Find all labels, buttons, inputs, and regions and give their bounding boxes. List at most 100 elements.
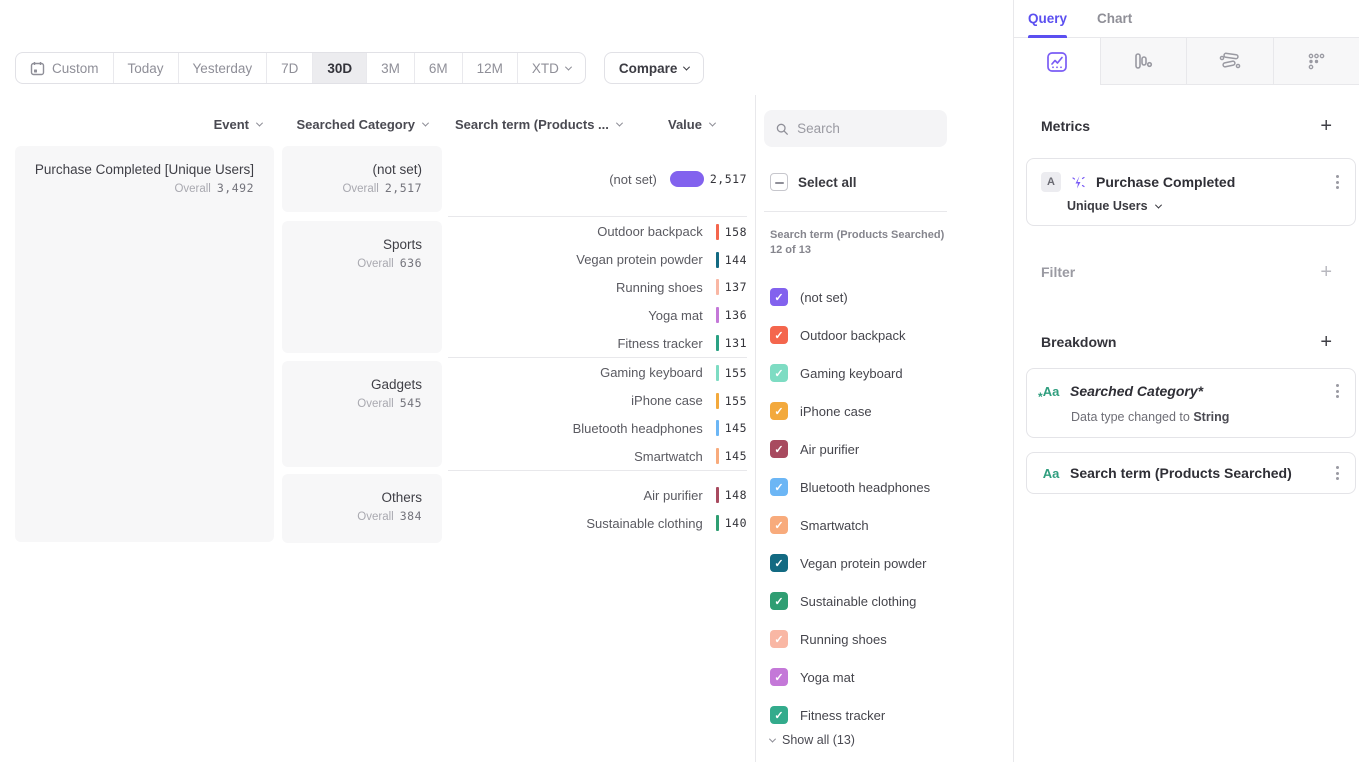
term-value: 145 <box>725 449 747 463</box>
tab-query[interactable]: Query <box>1028 0 1067 38</box>
series-item[interactable]: Air purifier <box>770 430 930 468</box>
value-bar <box>716 365 719 381</box>
term-label: Sustainable clothing <box>448 516 716 531</box>
metrics-section-header: Metrics + <box>1041 118 1332 134</box>
metric-card[interactable]: A Purchase Completed Unique Users <box>1026 158 1356 226</box>
series-checkbox[interactable] <box>770 668 788 686</box>
breakdown-card-searched-category[interactable]: Aa* Searched Category* Data type changed… <box>1026 368 1356 438</box>
category-cell-gadgets[interactable]: Gadgets Overall545 <box>282 361 442 467</box>
term-value: 155 <box>725 366 747 380</box>
metric-letter-badge: A <box>1041 172 1061 192</box>
series-item[interactable]: Smartwatch <box>770 506 930 544</box>
column-header-value[interactable]: Value <box>668 117 715 132</box>
search-icon <box>776 122 788 136</box>
search-field[interactable] <box>764 110 947 147</box>
kebab-menu-icon[interactable] <box>1334 382 1341 400</box>
table-row[interactable]: Air purifier148 <box>448 481 747 509</box>
tab-insights[interactable] <box>1014 38 1100 85</box>
table-row[interactable]: iPhone case155 <box>448 387 747 415</box>
series-checkbox[interactable] <box>770 326 788 344</box>
table-row[interactable]: Bluetooth headphones145 <box>448 415 747 443</box>
series-checkbox[interactable] <box>770 706 788 724</box>
column-header-event[interactable]: Event <box>100 117 262 132</box>
string-property-icon: Aa <box>1041 466 1061 481</box>
add-filter-button[interactable]: + <box>1320 264 1332 280</box>
value-bar <box>716 252 719 268</box>
date-range-today[interactable]: Today <box>114 53 179 83</box>
series-checkbox[interactable] <box>770 592 788 610</box>
chevron-down-icon <box>256 120 263 127</box>
category-cell-sports[interactable]: Sports Overall636 <box>282 221 442 353</box>
term-label: Smartwatch <box>448 449 716 464</box>
series-item[interactable]: Outdoor backpack <box>770 316 930 354</box>
series-checkbox[interactable] <box>770 364 788 382</box>
tab-chart[interactable]: Chart <box>1097 0 1132 38</box>
date-range-yesterday[interactable]: Yesterday <box>179 53 268 83</box>
date-range-6m[interactable]: 6M <box>415 53 463 83</box>
series-item[interactable]: (not set) <box>770 278 930 316</box>
series-item[interactable]: Gaming keyboard <box>770 354 930 392</box>
date-range-30d-active[interactable]: 30D <box>313 53 367 83</box>
breakdown-card-search-term[interactable]: Aa Search term (Products Searched) <box>1026 452 1356 494</box>
series-item[interactable]: Fitness tracker <box>770 696 930 734</box>
term-value: 144 <box>725 253 747 267</box>
add-metric-button[interactable]: + <box>1320 118 1332 134</box>
insights-icon <box>1046 51 1068 73</box>
series-checkbox[interactable] <box>770 478 788 496</box>
select-all-checkbox-indeterminate[interactable] <box>770 173 788 191</box>
measure-selector[interactable]: Unique Users <box>1067 199 1161 213</box>
table-row[interactable]: Gaming keyboard155 <box>448 359 747 387</box>
series-checkbox[interactable] <box>770 630 788 648</box>
series-checkbox[interactable] <box>770 402 788 420</box>
show-all-link[interactable]: Show all (13) <box>770 733 855 747</box>
series-item[interactable]: Running shoes <box>770 620 930 658</box>
table-row[interactable]: Vegan protein powder 144 <box>448 246 747 274</box>
chevron-down-icon <box>422 120 429 127</box>
value-bar <box>716 279 719 295</box>
series-item[interactable]: Vegan protein powder <box>770 544 930 582</box>
category-cell-not-set[interactable]: (not set) Overall2,517 <box>282 146 442 212</box>
table-row[interactable]: Fitness tracker131 <box>448 329 747 357</box>
date-range-custom[interactable]: Custom <box>16 53 114 83</box>
table-row[interactable]: Smartwatch 145 <box>448 442 747 470</box>
breakdown-section-header: Breakdown + <box>1041 334 1332 350</box>
series-checkbox[interactable] <box>770 288 788 306</box>
series-selector-panel: Select all Search term (Products Searche… <box>755 95 1013 762</box>
table-row[interactable]: Yoga mat136 <box>448 301 747 329</box>
column-header-category[interactable]: Searched Category <box>268 117 428 132</box>
tab-funnels[interactable] <box>1100 38 1187 85</box>
series-item[interactable]: Yoga mat <box>770 658 930 696</box>
table-row[interactable]: (not set) 2,517 <box>448 165 747 193</box>
analytics-report-window: Custom Today Yesterday 7D 30D 3M 6M 12M … <box>0 0 1359 762</box>
series-checkbox[interactable] <box>770 440 788 458</box>
select-all-row[interactable]: Select all <box>770 173 857 191</box>
add-breakdown-button[interactable]: + <box>1320 334 1332 350</box>
search-input[interactable] <box>797 121 935 136</box>
date-range-3m[interactable]: 3M <box>367 53 415 83</box>
series-item[interactable]: Sustainable clothing <box>770 582 930 620</box>
date-range-7d[interactable]: 7D <box>267 53 313 83</box>
date-range-12m[interactable]: 12M <box>463 53 518 83</box>
series-item[interactable]: Bluetooth headphones <box>770 468 930 506</box>
series-checkbox[interactable] <box>770 516 788 534</box>
table-row[interactable]: Outdoor backpack158 <box>448 218 747 246</box>
series-list-subtitle: Search term (Products Searched) 12 of 13 <box>770 228 950 258</box>
table-row[interactable]: Running shoes137 <box>448 274 747 302</box>
column-header-term[interactable]: Search term (Products ... <box>455 117 622 132</box>
compare-button[interactable]: Compare <box>604 52 705 84</box>
tab-flows[interactable] <box>1186 38 1273 85</box>
funnel-icon <box>1132 50 1154 72</box>
kebab-menu-icon[interactable] <box>1334 173 1341 191</box>
series-item[interactable]: iPhone case <box>770 392 930 430</box>
kebab-menu-icon[interactable] <box>1334 464 1341 482</box>
breakdown-name: Searched Category* <box>1070 383 1325 399</box>
chevron-down-icon <box>616 120 623 127</box>
term-label: Vegan protein powder <box>448 252 716 267</box>
series-checkbox[interactable] <box>770 554 788 572</box>
category-cell-others[interactable]: Others Overall384 <box>282 474 442 543</box>
tab-retention[interactable] <box>1273 38 1359 85</box>
event-cell[interactable]: Purchase Completed [Unique Users] Overal… <box>15 146 274 542</box>
date-range-xtd[interactable]: XTD <box>518 53 585 83</box>
value-bar <box>716 307 719 323</box>
table-row[interactable]: Sustainable clothing140 <box>448 509 747 537</box>
